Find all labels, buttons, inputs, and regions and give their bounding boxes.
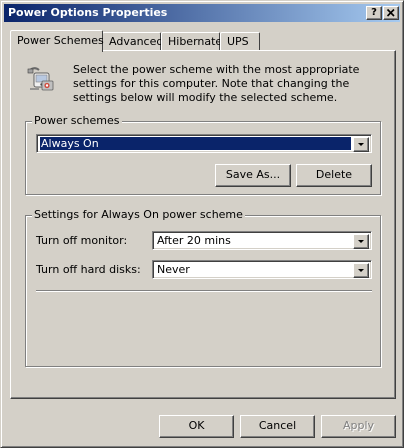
help-button[interactable]: ? [366, 6, 382, 20]
monitor-timeout-value: After 20 mins [157, 234, 231, 247]
save-as-button[interactable]: Save As... [215, 164, 291, 187]
chevron-down-icon[interactable] [353, 234, 369, 249]
chevron-down-icon[interactable] [353, 263, 369, 278]
power-scheme-value: Always On [40, 137, 351, 150]
monitor-timeout-select[interactable]: After 20 mins [152, 231, 372, 250]
tab-power-schemes[interactable]: Power Schemes [10, 30, 104, 52]
apply-button[interactable]: Apply [321, 415, 396, 438]
power-schemes-panel: Select the power scheme with the most ap… [10, 50, 396, 399]
hard-disks-timeout-value: Never [157, 263, 190, 276]
ok-button[interactable]: OK [159, 415, 234, 438]
description-text: Select the power scheme with the most ap… [73, 63, 360, 104]
hard-disks-timeout-select[interactable]: Never [152, 260, 372, 279]
settings-divider [36, 290, 372, 292]
chevron-down-icon[interactable] [353, 137, 369, 152]
power-schemes-group: Power schemes Always On Save As... Delet… [25, 114, 381, 195]
hard-disks-label: Turn off hard disks: [36, 263, 141, 276]
monitor-label: Turn off monitor: [36, 234, 128, 247]
delete-button[interactable]: Delete [296, 164, 372, 187]
power-options-icon [25, 63, 57, 95]
scheme-settings-group-label: Settings for Always On power scheme [32, 208, 245, 221]
power-scheme-select[interactable]: Always On [36, 134, 372, 153]
scheme-settings-group: Settings for Always On power scheme Turn… [25, 208, 381, 367]
close-button[interactable] [383, 6, 399, 20]
tab-ups[interactable]: UPS [220, 32, 260, 51]
power-options-window: Power Options Properties ? Power Schemes… [0, 0, 404, 448]
window-title: Power Options Properties [8, 6, 168, 19]
close-icon [386, 8, 395, 17]
power-schemes-group-label: Power schemes [32, 114, 122, 127]
title-bar[interactable]: Power Options Properties ? [4, 4, 400, 22]
tab-hibernate[interactable]: Hibernate [161, 32, 222, 51]
tab-advanced[interactable]: Advanced [102, 32, 163, 51]
cancel-button[interactable]: Cancel [240, 415, 315, 438]
